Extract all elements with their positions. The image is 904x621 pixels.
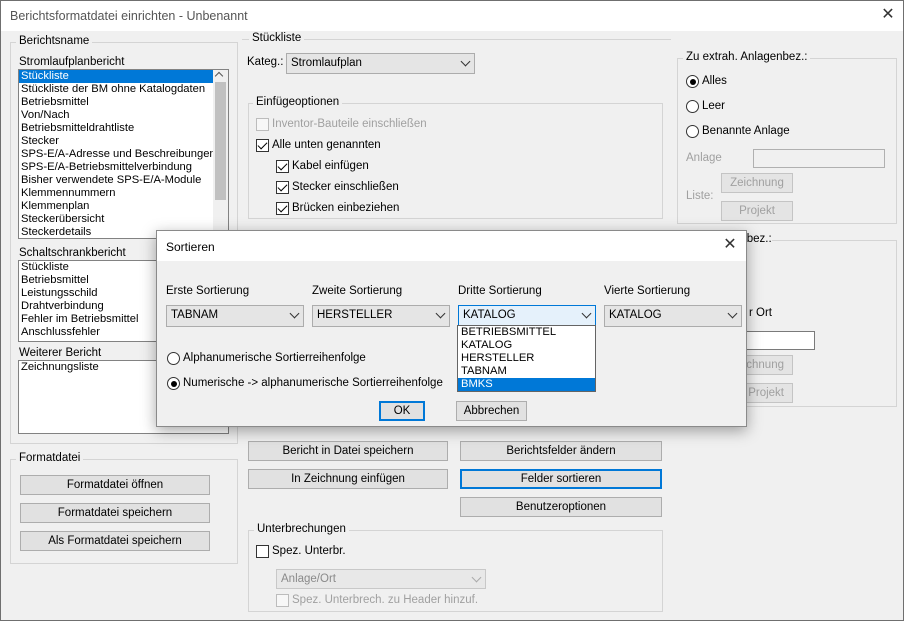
stecker-label: Stecker einschließen	[292, 181, 399, 193]
anlage-input[interactable]	[753, 149, 885, 168]
dropdown-option[interactable]: HERSTELLER	[458, 352, 595, 365]
zweite-value: HERSTELLER	[317, 309, 393, 321]
header-label: Spez. Unterbrech. zu Header hinzuf.	[292, 594, 479, 606]
leer-label: Leer	[702, 100, 726, 112]
list-item[interactable]: Betriebsmittel	[19, 96, 228, 109]
close-icon[interactable]: ✕	[717, 235, 743, 257]
save-format-button[interactable]: Formatdatei speichern	[20, 503, 210, 523]
schaltschrank-label: Schaltschrankbericht	[19, 247, 126, 259]
anlage-ort-value: Anlage/Ort	[281, 573, 336, 585]
list-item[interactable]: Klemmennummern	[19, 187, 228, 200]
vierte-value: KATALOG	[609, 309, 662, 321]
kabel-checkbox[interactable]	[276, 160, 289, 173]
inventor-checkbox[interactable]	[256, 118, 269, 131]
kabel-label: Kabel einfügen	[292, 160, 369, 172]
einfuege-legend: Einfügeoptionen	[253, 96, 343, 108]
anlage-ort-select[interactable]: Anlage/Ort	[276, 569, 486, 589]
sortieren-dialog: Sortieren ✕ Erste Sortierung Zweite Sort…	[156, 230, 747, 427]
window-title: Berichtsformatdatei einrichten - Unbenan…	[10, 9, 248, 23]
dropdown-option[interactable]: TABNAM	[458, 365, 595, 378]
dropdown-option[interactable]: BETRIEBSMITTEL	[458, 326, 595, 339]
list-item[interactable]: Klemmenplan	[19, 200, 228, 213]
formatdatei-legend: Formatdatei	[16, 452, 84, 464]
list-item[interactable]: SPS-E/A-Betriebsmittelverbindung	[19, 161, 228, 174]
erste-value: TABNAM	[171, 309, 219, 321]
zeichnung-button[interactable]: Zeichnung	[721, 173, 793, 193]
list-item[interactable]: Von/Nach	[19, 109, 228, 122]
anlagen-legend: Zu extrah. Anlagenbez.:	[683, 51, 811, 63]
save-as-format-button[interactable]: Als Formatdatei speichern	[20, 531, 210, 551]
scrollbar[interactable]	[213, 70, 228, 238]
stromlaufplan-list[interactable]: Stückliste Stückliste der BM ohne Katalo…	[18, 69, 229, 239]
ok-button[interactable]: OK	[379, 401, 425, 421]
benannte-radio[interactable]	[686, 125, 699, 138]
leer-radio[interactable]	[686, 100, 699, 113]
kateg-label: Kateg.:	[247, 56, 284, 68]
vierte-label: Vierte Sortierung	[604, 285, 691, 297]
list-item[interactable]: Stecker	[19, 135, 228, 148]
chevron-down-icon	[727, 308, 738, 319]
weiterer-bericht-label: Weiterer Bericht	[19, 347, 102, 359]
header-checkbox[interactable]	[276, 594, 289, 607]
close-icon[interactable]: ✕	[875, 5, 901, 27]
numeric-radio[interactable]	[167, 377, 180, 390]
projekt-button[interactable]: Projekt	[721, 201, 793, 221]
alpha-radio[interactable]	[167, 352, 180, 365]
alle-label: Alle unten genannten	[272, 139, 381, 151]
list-item[interactable]: SPS-E/A-Adresse und Beschreibungen	[19, 148, 228, 161]
chevron-down-icon	[460, 56, 471, 67]
save-report-button[interactable]: Bericht in Datei speichern	[248, 441, 448, 461]
chevron-down-icon	[289, 308, 300, 319]
erste-label: Erste Sortierung	[166, 285, 250, 297]
open-format-button[interactable]: Formatdatei öffnen	[20, 475, 210, 495]
bruecken-checkbox[interactable]	[276, 202, 289, 215]
alles-label: Alles	[702, 75, 727, 87]
alpha-label: Alphanumerische Sortierreihenfolge	[183, 352, 366, 364]
insert-drawing-button[interactable]: In Zeichnung einfügen	[248, 469, 448, 489]
chevron-down-icon	[471, 572, 482, 583]
vierte-select[interactable]: KATALOG	[604, 305, 742, 327]
sort-fields-button[interactable]: Felder sortieren	[460, 469, 662, 489]
inventor-label: Inventor-Bauteile einschließen	[272, 118, 427, 130]
title-bar: Berichtsformatdatei einrichten - Unbenan…	[1, 1, 903, 31]
stecker-checkbox[interactable]	[276, 181, 289, 194]
bruecken-label: Brücken einbeziehen	[292, 202, 400, 214]
erste-select[interactable]: TABNAM	[166, 305, 304, 327]
stromlaufplan-label: Stromlaufplanbericht	[19, 56, 125, 68]
zweite-select[interactable]: HERSTELLER	[312, 305, 450, 327]
kateg-value: Stromlaufplan	[291, 57, 362, 69]
list-item[interactable]: Betriebsmitteldrahtliste	[19, 122, 228, 135]
unterbrechungen-legend: Unterbrechungen	[254, 523, 349, 535]
dialog-title: Sortieren	[166, 240, 215, 254]
numeric-label: Numerische -> alphanumerische Sortierrei…	[183, 377, 443, 389]
cancel-button[interactable]: Abbrechen	[456, 401, 527, 421]
anlage-label: Anlage	[686, 152, 722, 164]
change-fields-button[interactable]: Berichtsfelder ändern	[460, 441, 662, 461]
benannte-label: Benannte Anlage	[702, 125, 790, 137]
list-item[interactable]: Steckerübersicht	[19, 213, 228, 226]
dritte-label: Dritte Sortierung	[458, 285, 542, 297]
dritte-dropdown-list[interactable]: BETRIEBSMITTEL KATALOG HERSTELLER TABNAM…	[457, 325, 596, 392]
liste-label: Liste:	[686, 190, 714, 202]
stueckliste-legend: Stückliste	[249, 32, 305, 44]
list-item[interactable]: Stückliste	[19, 70, 213, 83]
spez-checkbox[interactable]	[256, 545, 269, 558]
dropdown-option[interactable]: KATALOG	[458, 339, 595, 352]
dialog-title-bar: Sortieren ✕	[157, 231, 746, 261]
dritte-value: KATALOG	[463, 309, 516, 321]
list-item[interactable]: Bisher verwendete SPS-E/A-Module	[19, 174, 228, 187]
dropdown-option[interactable]: BMKS	[458, 378, 595, 391]
ort-label: r Ort	[749, 307, 772, 319]
alles-radio[interactable]	[686, 75, 699, 88]
spez-label: Spez. Unterbr.	[272, 545, 346, 557]
chevron-down-icon	[581, 308, 592, 319]
zweite-label: Zweite Sortierung	[312, 285, 403, 297]
list-item[interactable]: Stückliste der BM ohne Katalogdaten	[19, 83, 228, 96]
user-options-button[interactable]: Benutzeroptionen	[460, 497, 662, 517]
alle-checkbox[interactable]	[256, 139, 269, 152]
chevron-down-icon	[435, 308, 446, 319]
dritte-select[interactable]: KATALOG	[458, 305, 596, 327]
berichtsname-legend: Berichtsname	[16, 35, 93, 47]
kateg-select[interactable]: Stromlaufplan	[286, 53, 475, 74]
